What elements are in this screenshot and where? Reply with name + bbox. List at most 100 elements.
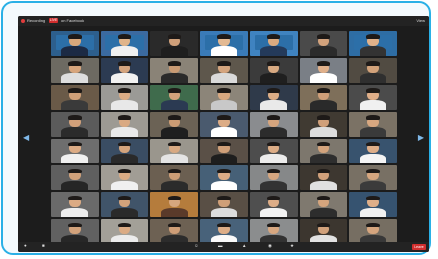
participant-hair — [316, 115, 331, 120]
participant-hair — [68, 88, 82, 93]
participant-body — [111, 180, 138, 191]
participant-tile[interactable] — [150, 111, 199, 137]
participant-hair — [267, 222, 281, 228]
participant-tile[interactable] — [299, 138, 348, 164]
participant-tile[interactable] — [150, 84, 199, 110]
participant-body — [310, 207, 337, 218]
participant-tile[interactable] — [249, 138, 298, 164]
participant-tile[interactable] — [150, 138, 199, 164]
participant-tile[interactable] — [249, 219, 298, 244]
participant-tile[interactable] — [299, 57, 348, 83]
participant-tile[interactable] — [349, 192, 397, 218]
participant-hair — [366, 88, 380, 93]
participant-tile[interactable] — [299, 111, 348, 137]
participant-tile[interactable] — [299, 165, 348, 191]
participant-hair — [316, 222, 331, 228]
top-bar: Recording LIVE on Facebook View — [18, 16, 429, 26]
participant-body — [210, 207, 238, 218]
toolbar-participants-button[interactable]: ☺ — [194, 243, 199, 248]
participant-tile[interactable] — [200, 84, 248, 110]
participant-tile[interactable] — [100, 165, 149, 191]
participant-tile[interactable] — [100, 84, 149, 110]
participant-tile[interactable] — [51, 138, 99, 164]
participant-tile[interactable] — [100, 31, 149, 56]
participant-body — [359, 207, 387, 218]
participant-body — [61, 46, 89, 56]
participant-body — [359, 100, 387, 110]
participant-hair — [68, 115, 82, 120]
participant-tile[interactable] — [200, 138, 248, 164]
live-status-dropdown[interactable]: on Facebook — [61, 17, 84, 25]
participant-tile[interactable] — [249, 111, 298, 137]
participant-hair — [366, 61, 380, 66]
participant-tile[interactable] — [100, 138, 149, 164]
participant-hair — [167, 222, 181, 228]
participant-tile[interactable] — [51, 84, 99, 110]
participant-tile[interactable] — [299, 192, 348, 218]
participant-tile[interactable] — [200, 165, 248, 191]
participant-body — [310, 73, 337, 83]
participant-tile[interactable] — [249, 192, 298, 218]
participant-tile[interactable] — [100, 111, 149, 137]
participant-gallery — [51, 31, 397, 244]
participant-tile[interactable] — [349, 219, 397, 244]
toolbar-camera-button[interactable]: ■ — [42, 243, 45, 248]
participant-tile[interactable] — [349, 165, 397, 191]
participant-tile[interactable] — [249, 31, 298, 56]
participant-tile[interactable] — [51, 31, 99, 56]
participant-tile[interactable] — [200, 57, 248, 83]
participant-hair — [366, 195, 380, 201]
participant-body — [160, 127, 188, 137]
participant-tile[interactable] — [349, 111, 397, 137]
participant-tile[interactable] — [349, 31, 397, 56]
participant-tile[interactable] — [349, 84, 397, 110]
participant-hair — [267, 141, 281, 147]
leave-button[interactable]: Leave — [412, 244, 426, 250]
toolbar-share-screen-button[interactable]: ▲ — [242, 243, 246, 248]
participant-body — [61, 153, 89, 164]
participant-tile[interactable] — [51, 192, 99, 218]
participant-tile[interactable] — [249, 57, 298, 83]
participant-tile[interactable] — [51, 111, 99, 137]
toolbar-reactions-button[interactable]: ★ — [290, 243, 294, 248]
participant-body — [359, 180, 387, 191]
participant-tile[interactable] — [100, 219, 149, 244]
participant-tile[interactable] — [100, 57, 149, 83]
participant-tile[interactable] — [150, 31, 199, 56]
participant-hair — [366, 141, 380, 147]
participant-hair — [217, 141, 231, 147]
participant-hair — [366, 168, 380, 174]
chevron-left-icon[interactable]: ◀ — [23, 134, 29, 142]
participant-hair — [167, 195, 181, 201]
participant-tile[interactable] — [299, 219, 348, 244]
participant-tile[interactable] — [200, 31, 248, 56]
participant-tile[interactable] — [249, 165, 298, 191]
participant-hair — [267, 61, 281, 66]
toolbar-chat-button[interactable]: ▬ — [218, 243, 223, 248]
chevron-right-icon[interactable]: ▶ — [418, 134, 424, 142]
participant-tile[interactable] — [100, 192, 149, 218]
view-button[interactable]: View — [416, 18, 425, 24]
toolbar-mic-button[interactable]: ● — [24, 243, 27, 248]
participant-body — [111, 46, 138, 56]
toolbar-record-button[interactable]: ◉ — [268, 243, 272, 248]
participant-tile[interactable] — [150, 165, 199, 191]
participant-tile[interactable] — [51, 165, 99, 191]
participant-tile[interactable] — [349, 138, 397, 164]
participant-tile[interactable] — [150, 219, 199, 244]
participant-tile[interactable] — [200, 192, 248, 218]
participant-tile[interactable] — [200, 111, 248, 137]
participant-body — [160, 153, 188, 164]
live-badge[interactable]: LIVE — [49, 18, 58, 23]
participants-icon: ☺ — [194, 243, 199, 248]
participant-tile[interactable] — [51, 57, 99, 83]
participant-tile[interactable] — [299, 31, 348, 56]
participant-tile[interactable] — [249, 84, 298, 110]
participant-tile[interactable] — [51, 219, 99, 244]
participant-tile[interactable] — [150, 57, 199, 83]
participant-tile[interactable] — [299, 84, 348, 110]
participant-tile[interactable] — [150, 192, 199, 218]
participant-body — [210, 46, 238, 56]
participant-tile[interactable] — [200, 219, 248, 244]
participant-tile[interactable] — [349, 57, 397, 83]
